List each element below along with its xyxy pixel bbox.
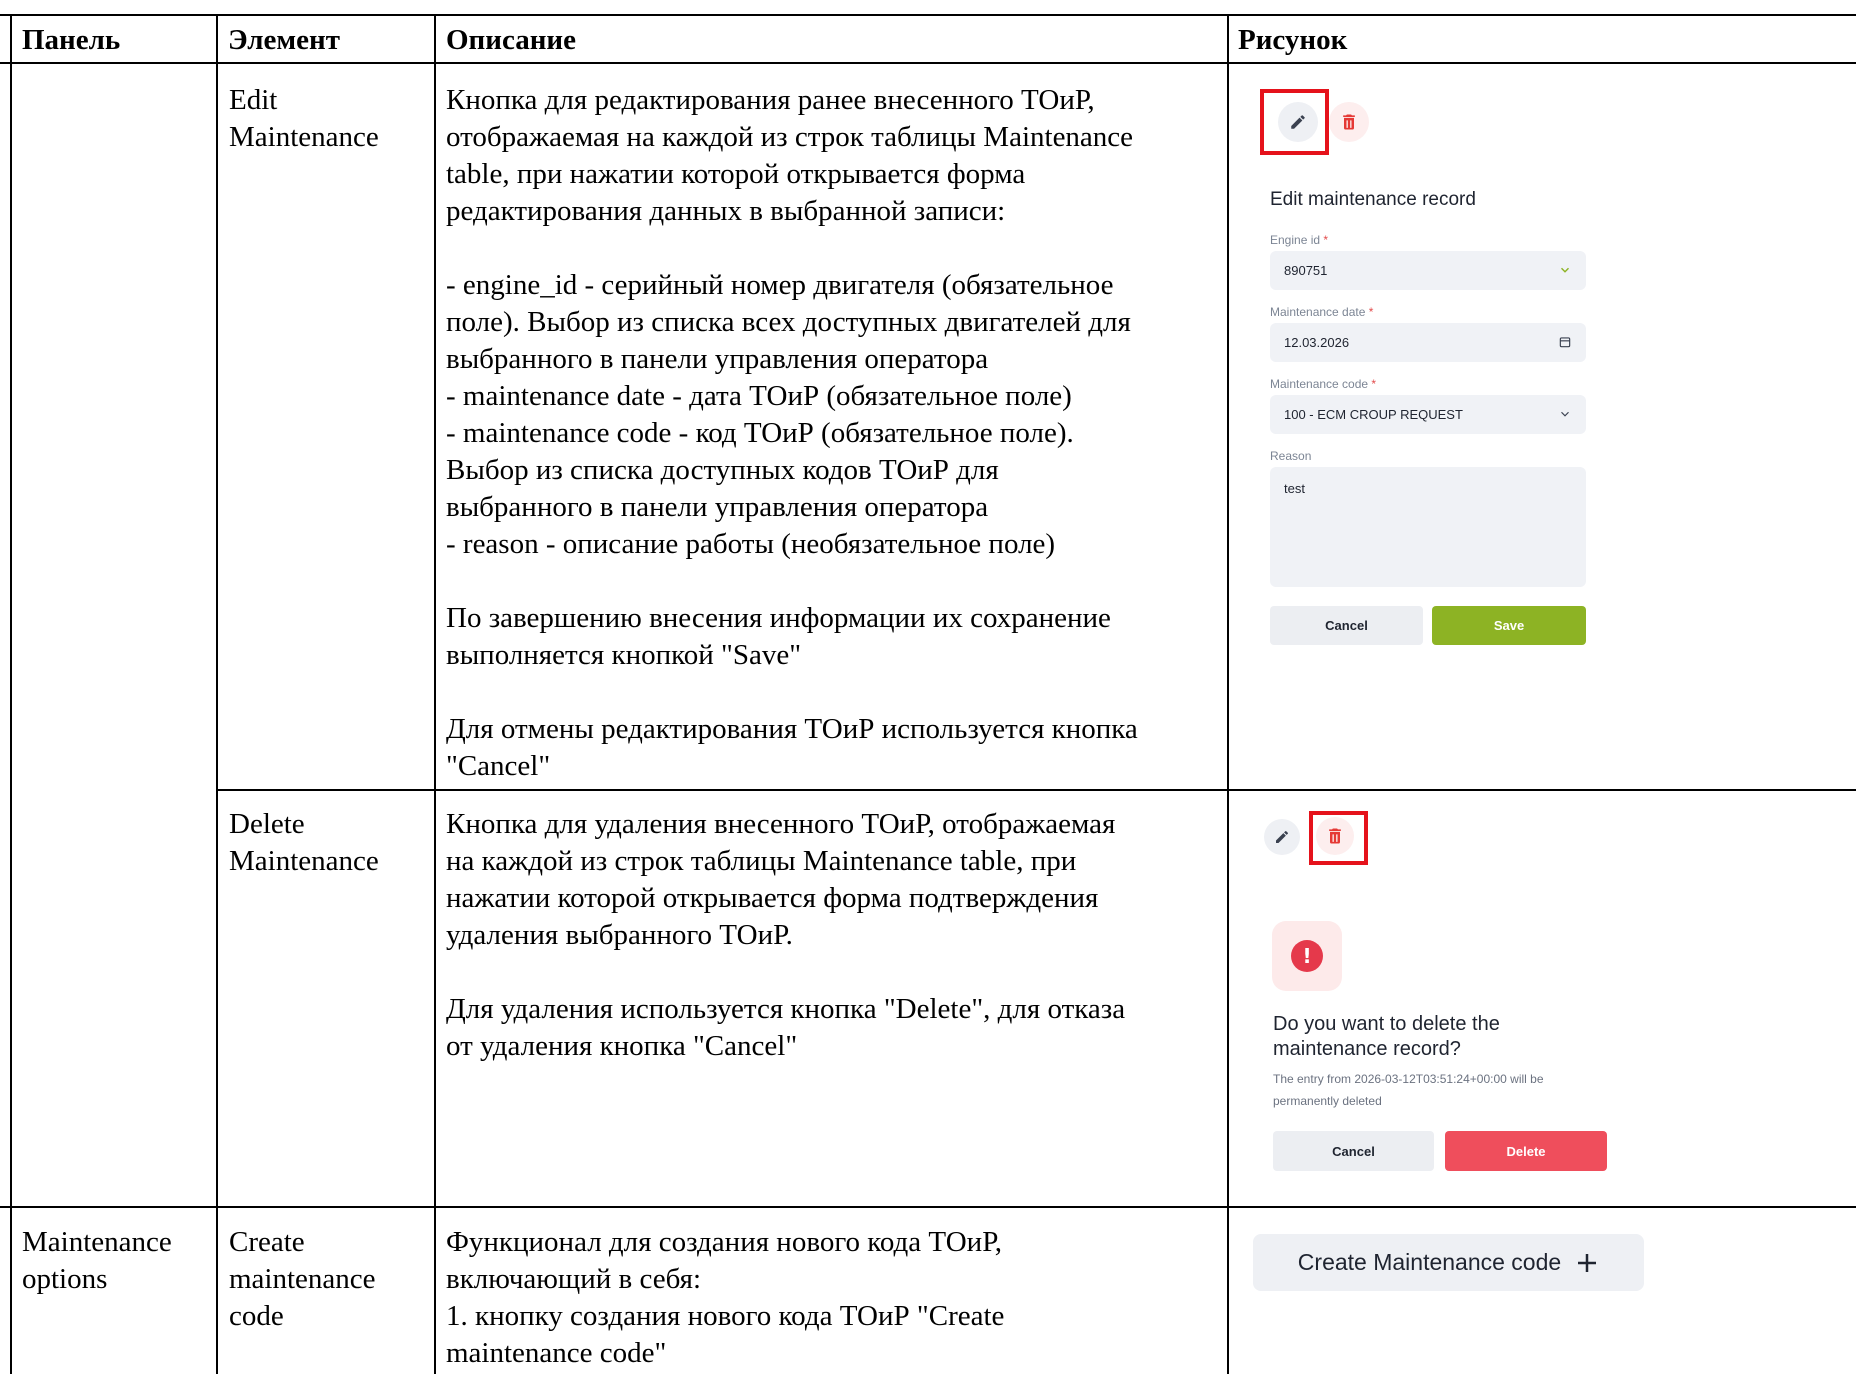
row1-description: Кнопка для редактирования ранее внесенно…	[446, 84, 1138, 782]
col-divider-3	[1227, 14, 1229, 1374]
row3-panel: Maintenance options	[22, 1226, 172, 1295]
plus-icon	[1578, 1253, 1597, 1272]
delete-button[interactable]	[1329, 102, 1369, 142]
maintenance-code-label: Maintenance code *	[1270, 377, 1377, 391]
row3-description: Функционал для создания нового кода ТОиР…	[446, 1226, 1005, 1369]
edit-button-highlight	[1260, 89, 1329, 155]
cancel-button[interactable]: Cancel	[1270, 606, 1423, 645]
create-maintenance-code-button[interactable]: Create Maintenance code	[1253, 1234, 1644, 1291]
confirm-delete-button[interactable]: Delete	[1445, 1131, 1607, 1171]
cancel-button[interactable]: Cancel	[1273, 1131, 1434, 1171]
row3-element: Create maintenance code	[229, 1226, 376, 1332]
calendar-icon[interactable]	[1558, 335, 1572, 349]
row1-divider	[216, 789, 1856, 791]
col-divider-2	[434, 14, 436, 1374]
warning-icon-box: !	[1272, 921, 1342, 991]
col-divider-1	[216, 14, 218, 1374]
header-element: Элемент	[228, 24, 341, 56]
reason-label: Reason	[1270, 449, 1312, 463]
table-border-left	[10, 14, 12, 1374]
row2-description: Кнопка для удаления внесенного ТОиР, ото…	[446, 808, 1126, 1062]
save-button[interactable]: Save	[1432, 606, 1586, 645]
exclamation-icon: !	[1291, 940, 1323, 972]
reason-textarea[interactable]: test	[1270, 467, 1586, 587]
maintenance-date-input[interactable]: 12.03.2026	[1270, 323, 1586, 362]
header-panel: Панель	[22, 24, 121, 56]
edit-form-title: Edit maintenance record	[1270, 189, 1476, 210]
trash-icon	[1343, 114, 1355, 130]
row2-element: Delete Maintenance	[229, 808, 379, 877]
create-maintenance-code-label: Create Maintenance code	[1297, 1249, 1562, 1275]
delete-dialog-title: Do you want to delete the maintenance re…	[1273, 1013, 1500, 1060]
header-description: Описание	[446, 24, 576, 56]
edit-button[interactable]	[1264, 819, 1300, 855]
chevron-down-icon	[1561, 411, 1569, 417]
delete-button-highlight	[1309, 811, 1368, 865]
header-divider	[0, 62, 1856, 64]
row1-element: Edit Maintenance	[229, 84, 379, 153]
maintenance-date-label: Maintenance date *	[1270, 305, 1374, 319]
pencil-icon	[1276, 830, 1288, 843]
engine-id-label: Engine id *	[1270, 233, 1329, 247]
header-picture: Рисунок	[1238, 24, 1348, 56]
table-border-top	[0, 14, 1856, 16]
engine-id-select[interactable]: 890751	[1270, 251, 1586, 290]
chevron-down-icon	[1560, 267, 1570, 273]
delete-dialog-message: The entry from 2026-03-12T03:51:24+00:00…	[1273, 1072, 1544, 1108]
row2-divider	[0, 1206, 1856, 1208]
maintenance-code-select[interactable]: 100 - ECM CROUP REQUEST	[1270, 395, 1586, 434]
